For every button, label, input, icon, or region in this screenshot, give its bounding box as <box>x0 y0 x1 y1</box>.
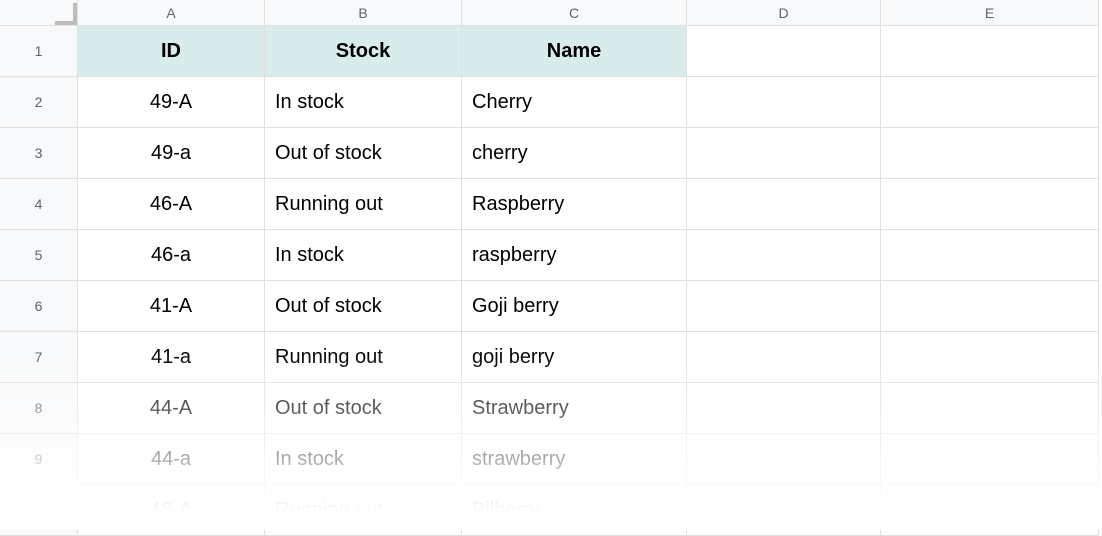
cell-A8[interactable]: 44-A <box>78 383 265 434</box>
cell-C4[interactable]: Raspberry <box>462 179 687 230</box>
cell-A4[interactable]: 46-A <box>78 179 265 230</box>
cell-E5[interactable] <box>881 230 1099 281</box>
cell-B7[interactable]: Running out <box>265 332 462 383</box>
cell-C5[interactable]: raspberry <box>462 230 687 281</box>
row-head-8[interactable]: 8 <box>0 383 78 434</box>
row-head-9[interactable]: 9 <box>0 434 78 485</box>
cell-C9[interactable]: strawberry <box>462 434 687 485</box>
col-head-B[interactable]: B <box>265 0 462 26</box>
row-head-5[interactable]: 5 <box>0 230 78 281</box>
cell-C6[interactable]: Goji berry <box>462 281 687 332</box>
row-head-7[interactable]: 7 <box>0 332 78 383</box>
cell-E10[interactable] <box>881 485 1099 536</box>
row-head-4[interactable]: 4 <box>0 179 78 230</box>
col-head-C[interactable]: C <box>462 0 687 26</box>
cell-E4[interactable] <box>881 179 1099 230</box>
cell-D7[interactable] <box>687 332 881 383</box>
cell-E7[interactable] <box>881 332 1099 383</box>
select-all-corner[interactable] <box>0 0 78 26</box>
cell-A10[interactable]: 48-A <box>78 485 265 536</box>
cell-B1[interactable]: Stock <box>265 26 462 77</box>
cell-C7[interactable]: goji berry <box>462 332 687 383</box>
cell-B4[interactable]: Running out <box>265 179 462 230</box>
cell-E9[interactable] <box>881 434 1099 485</box>
cell-A9[interactable]: 44-a <box>78 434 265 485</box>
cell-D4[interactable] <box>687 179 881 230</box>
row-head-2[interactable]: 2 <box>0 77 78 128</box>
cell-C1[interactable]: Name <box>462 26 687 77</box>
col-head-E[interactable]: E <box>881 0 1099 26</box>
cell-C2[interactable]: Cherry <box>462 77 687 128</box>
cell-C8[interactable]: Strawberry <box>462 383 687 434</box>
cell-C10[interactable]: Bilberry <box>462 485 687 536</box>
cell-E1[interactable] <box>881 26 1099 77</box>
cell-A3[interactable]: 49-a <box>78 128 265 179</box>
cell-D6[interactable] <box>687 281 881 332</box>
row-head-10[interactable]: 10 <box>0 485 78 536</box>
cell-A2[interactable]: 49-A <box>78 77 265 128</box>
cell-E6[interactable] <box>881 281 1099 332</box>
cell-E8[interactable] <box>881 383 1099 434</box>
row-head-1[interactable]: 1 <box>0 26 78 77</box>
cell-D3[interactable] <box>687 128 881 179</box>
row-head-3[interactable]: 3 <box>0 128 78 179</box>
cell-C3[interactable]: cherry <box>462 128 687 179</box>
cell-D8[interactable] <box>687 383 881 434</box>
cell-B2[interactable]: In stock <box>265 77 462 128</box>
cell-E3[interactable] <box>881 128 1099 179</box>
cell-B8[interactable]: Out of stock <box>265 383 462 434</box>
cell-D9[interactable] <box>687 434 881 485</box>
cell-D5[interactable] <box>687 230 881 281</box>
cell-A6[interactable]: 41-A <box>78 281 265 332</box>
cell-A7[interactable]: 41-a <box>78 332 265 383</box>
col-head-A[interactable]: A <box>78 0 265 26</box>
cell-E2[interactable] <box>881 77 1099 128</box>
cell-D10[interactable] <box>687 485 881 536</box>
cell-B10[interactable]: Running out <box>265 485 462 536</box>
cell-D2[interactable] <box>687 77 881 128</box>
cell-B9[interactable]: In stock <box>265 434 462 485</box>
cell-A5[interactable]: 46-a <box>78 230 265 281</box>
cell-B3[interactable]: Out of stock <box>265 128 462 179</box>
cell-D1[interactable] <box>687 26 881 77</box>
spreadsheet-grid[interactable]: A B C D E 1 ID Stock Name 2 49-A In stoc… <box>0 0 1102 536</box>
cell-B6[interactable]: Out of stock <box>265 281 462 332</box>
row-head-6[interactable]: 6 <box>0 281 78 332</box>
col-head-D[interactable]: D <box>687 0 881 26</box>
cell-A1[interactable]: ID <box>78 26 265 77</box>
cell-B5[interactable]: In stock <box>265 230 462 281</box>
